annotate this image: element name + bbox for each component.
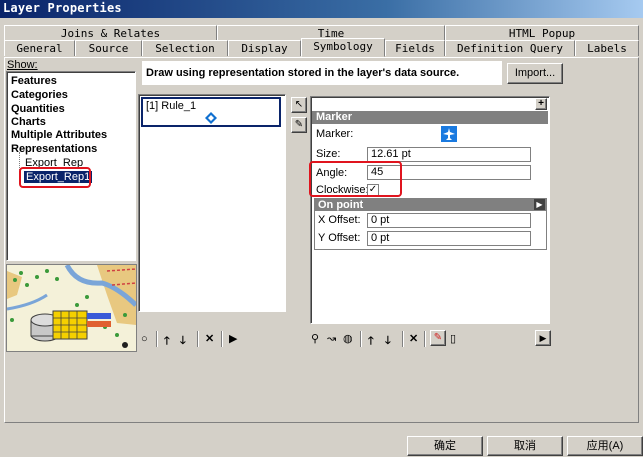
arrow-down-icon[interactable]: 🡓 [180, 332, 186, 351]
pencil-icon[interactable]: ✎ [430, 330, 446, 346]
description-text: Draw using representation stored in the … [146, 67, 460, 79]
show-item-features[interactable]: Features [11, 75, 57, 87]
red-annotation-box [309, 161, 402, 197]
show-item-multiple-attributes[interactable]: Multiple Attributes [11, 129, 107, 141]
cancel-button[interactable]: 取消 [487, 436, 563, 456]
line-add-icon[interactable]: ↝ [327, 332, 336, 345]
show-item-categories[interactable]: Categories [11, 89, 68, 101]
airplane-icon[interactable] [441, 126, 457, 142]
diamond-arrows-icon [205, 112, 217, 124]
red-annotation-box [19, 167, 91, 188]
ok-button[interactable]: 确定 [407, 436, 483, 456]
toolbar-separator [424, 331, 426, 347]
arrow-up-icon[interactable]: 🡑 [368, 332, 374, 351]
tab-symbology[interactable]: Symbology [301, 38, 385, 57]
rule-item-1[interactable]: [1] Rule_1 [141, 97, 281, 127]
expand-icon[interactable]: + [535, 98, 547, 110]
title-bar: Layer Properties [0, 0, 643, 18]
delete-icon[interactable]: ✕ [409, 332, 418, 345]
show-item-charts[interactable]: Charts [11, 116, 46, 128]
pin-tool-icon[interactable]: ✎ [291, 117, 307, 133]
show-list[interactable]: Features Categories Quantities Charts Mu… [6, 71, 136, 261]
yoffset-field[interactable]: 0 pt [367, 231, 531, 246]
preview-map [6, 264, 137, 352]
import-button[interactable]: Import... [507, 63, 563, 84]
preview-map-graphic [7, 265, 136, 351]
onpoint-header: On point [315, 199, 546, 211]
tab-fields[interactable]: Fields [385, 40, 445, 56]
marker-header: Marker [312, 111, 548, 124]
arrow-down-icon[interactable]: 🡓 [385, 332, 391, 351]
delete-icon[interactable]: ✕ [205, 332, 214, 345]
toolbar-separator [197, 331, 199, 347]
yoffset-label: Y Offset: [318, 232, 361, 244]
xoffset-label: X Offset: [318, 214, 361, 226]
tab-source[interactable]: Source [75, 40, 142, 56]
tab-joins-relates[interactable]: Joins & Relates [4, 25, 217, 41]
show-item-representations[interactable]: Representations [11, 143, 97, 155]
apply-button[interactable]: 应用(A) [567, 436, 643, 456]
rules-list[interactable]: [1] Rule_1 [138, 94, 286, 312]
circle-icon[interactable]: ○ [141, 333, 148, 345]
properties-panel: + Marker Marker: Size: 12.61 pt Angle: 4… [310, 96, 550, 324]
tab-selection[interactable]: Selection [142, 40, 228, 56]
onpoint-group: On point ▶ X Offset: 0 pt Y Offset: 0 pt [314, 198, 547, 250]
window-title: Layer Properties [3, 1, 122, 15]
marker-add-icon[interactable]: ⚲ [311, 332, 319, 345]
show-label: Show: [7, 59, 38, 71]
show-item-quantities[interactable]: Quantities [11, 103, 65, 115]
rule-item-label: [1] Rule_1 [146, 100, 197, 112]
tab-general[interactable]: General [4, 40, 75, 56]
tab-html-popup[interactable]: HTML Popup [445, 25, 639, 41]
size-label: Size: [316, 148, 341, 160]
arrow-up-icon[interactable]: 🡑 [164, 332, 170, 351]
onpoint-menu-icon[interactable]: ▶ [534, 199, 545, 210]
select-tool-icon[interactable]: ↖ [291, 97, 307, 113]
layer-icon[interactable]: ▯ [450, 332, 456, 345]
play-icon[interactable]: ▶ [535, 330, 551, 346]
fill-add-icon[interactable]: ◍ [343, 332, 353, 345]
toolbar-separator [221, 331, 223, 347]
toolbar-separator [402, 331, 404, 347]
play-icon[interactable]: ▶ [229, 332, 237, 345]
toolbar-separator [360, 331, 362, 347]
tab-display[interactable]: Display [228, 40, 301, 56]
tab-labels[interactable]: Labels [575, 40, 639, 56]
toolbar-separator [156, 331, 158, 347]
marker-label: Marker: [316, 128, 354, 140]
description-bar: Draw using representation stored in the … [142, 61, 502, 85]
xoffset-field[interactable]: 0 pt [367, 213, 531, 228]
tab-definition-query[interactable]: Definition Query [445, 40, 575, 56]
size-field[interactable]: 12.61 pt [367, 147, 531, 162]
